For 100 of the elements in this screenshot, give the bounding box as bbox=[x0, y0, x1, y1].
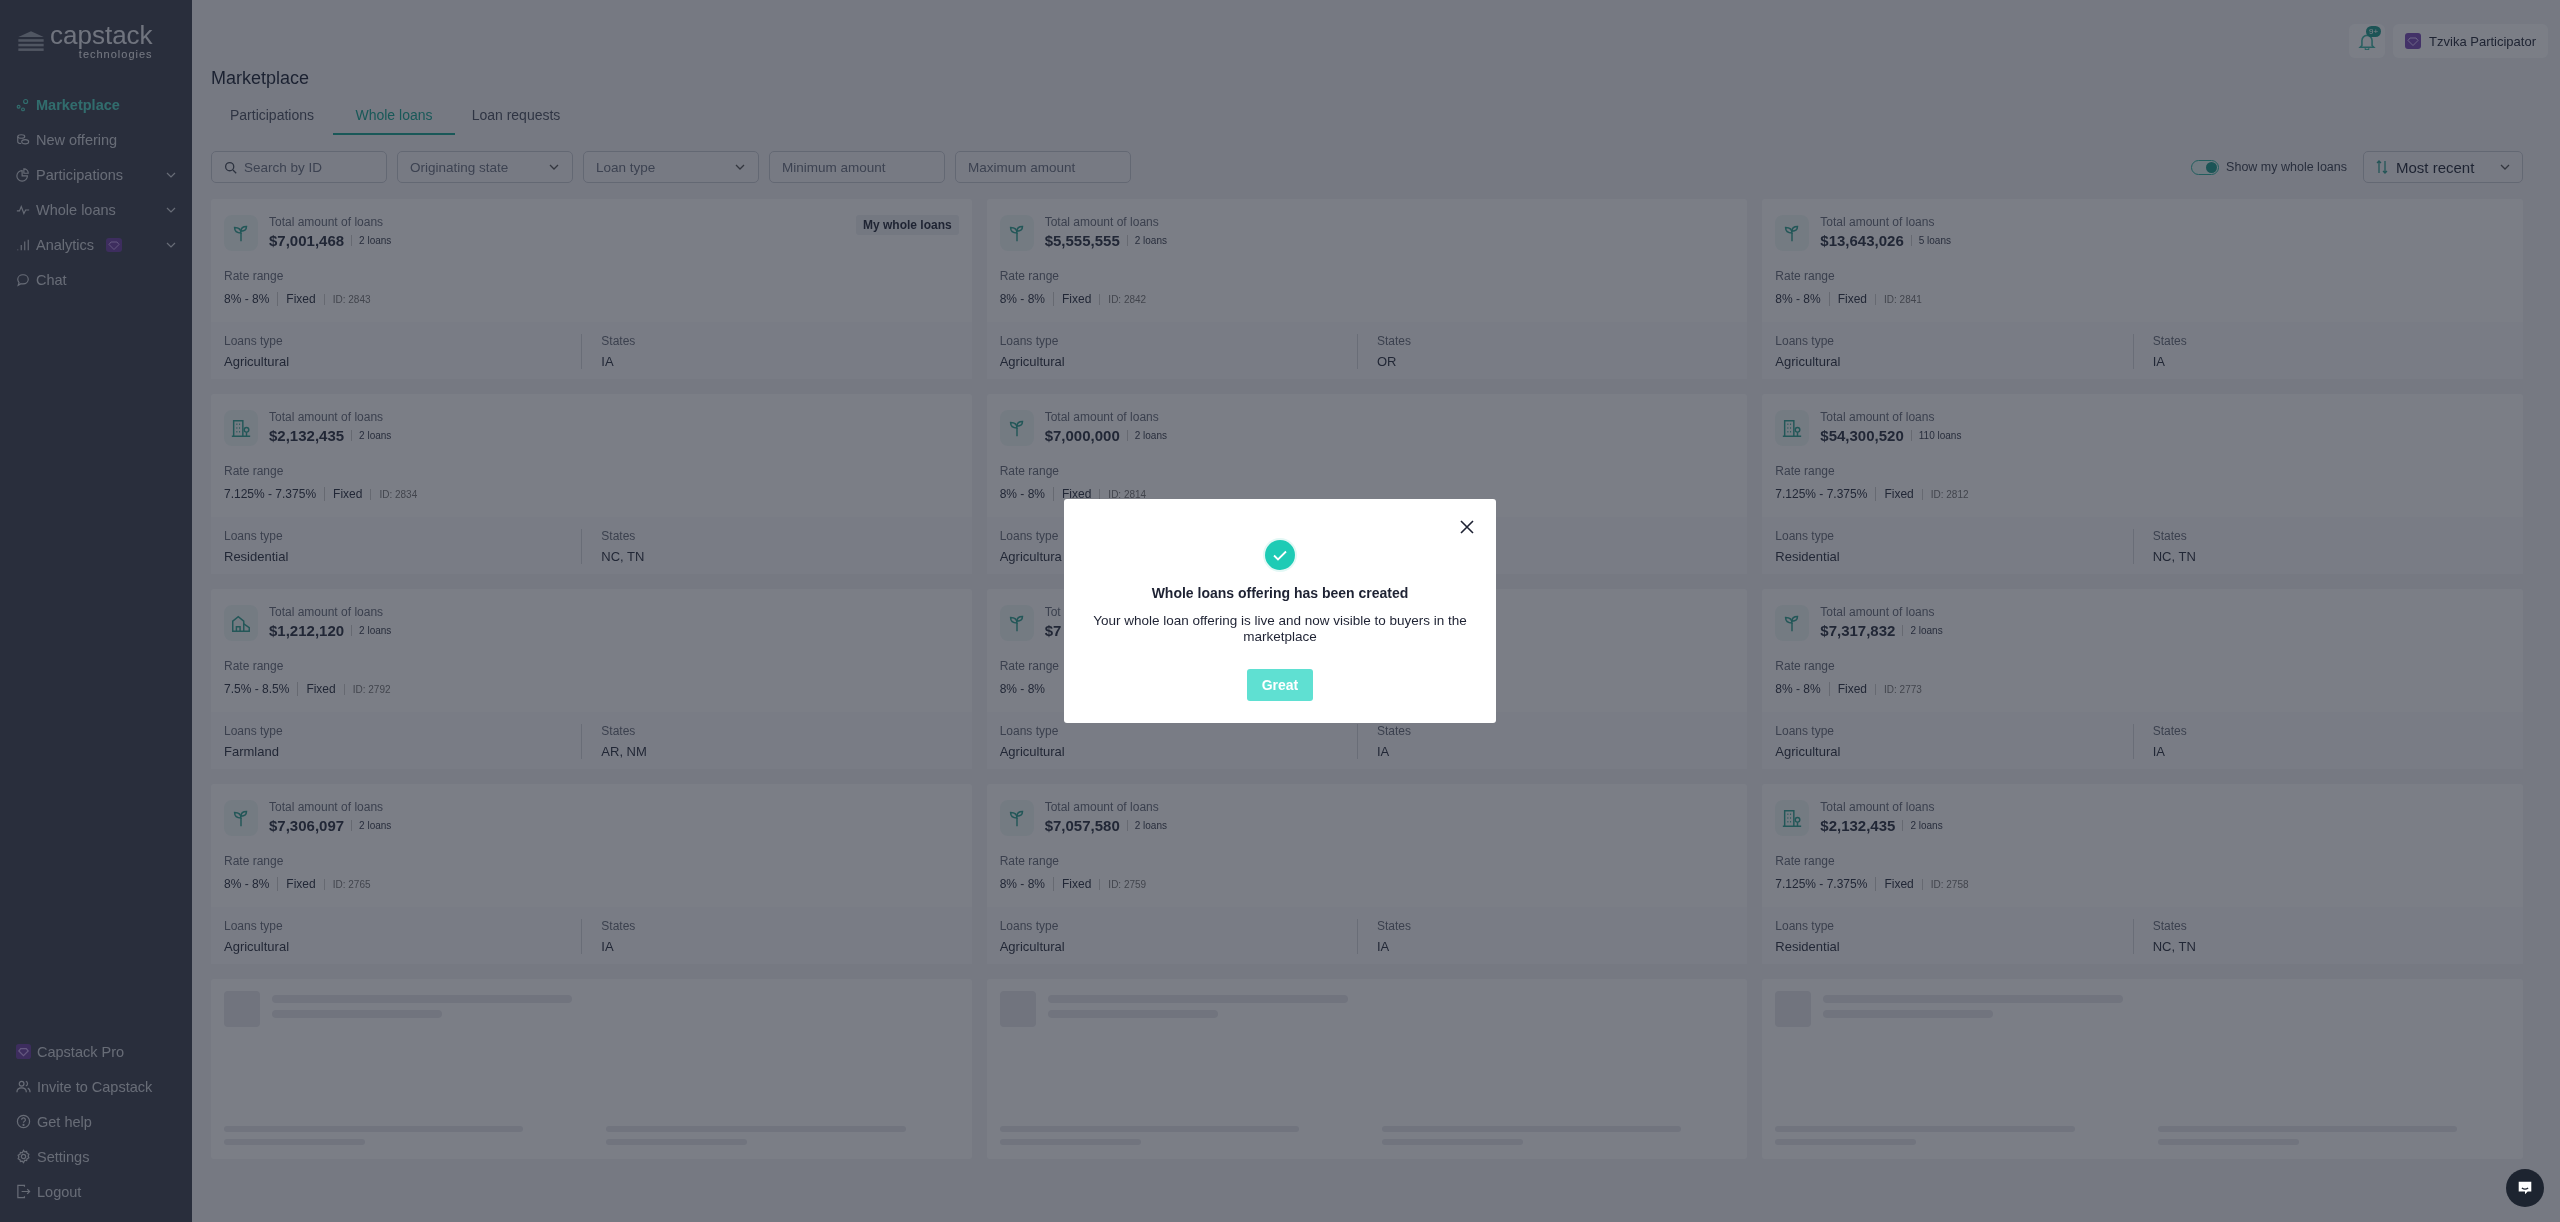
notification-count: 9+ bbox=[2365, 26, 2382, 37]
loan-type-label: Loans type bbox=[1775, 919, 1836, 933]
rate-range: 8% - 8% bbox=[999, 877, 1045, 891]
amount-label: Total amount of loans bbox=[269, 605, 385, 619]
rate-range: 7.125% - 7.375% bbox=[1775, 877, 1868, 891]
rate-label: Rate range bbox=[1775, 659, 1836, 673]
rate-type: Fixed bbox=[1828, 682, 1868, 696]
loan-type-label: Loans type bbox=[224, 334, 284, 348]
total-amount: $1,212,120 bbox=[269, 622, 345, 639]
rate-range: 8% - 8% bbox=[1775, 682, 1821, 696]
loan-count: 2 loans bbox=[1126, 820, 1167, 831]
loan-type: Agricultural bbox=[999, 744, 1066, 759]
loan-type-label: Loans type bbox=[999, 334, 1060, 348]
dialog-message: Your whole loan offering is live and now visible to buyers in the marketplace bbox=[1092, 613, 1468, 645]
total-amount: $7,000,000 bbox=[1044, 427, 1120, 444]
amount-label: Total amount of loans bbox=[269, 215, 385, 229]
amount-label: Tot bbox=[1044, 605, 1062, 619]
rate-label: Rate range bbox=[224, 464, 285, 478]
loan-type: Residential bbox=[1775, 549, 1841, 564]
loan-count: 110 loans bbox=[1910, 430, 1962, 441]
rate-range: 8% - 8% bbox=[999, 292, 1045, 306]
total-amount: $7,057,580 bbox=[1044, 817, 1120, 834]
total-amount: $7,317,832 bbox=[1820, 622, 1896, 639]
loan-type-label: Loans type bbox=[999, 919, 1060, 933]
rate-type: Fixed bbox=[297, 682, 336, 696]
amount-label: Total amount of loans bbox=[1044, 410, 1160, 424]
states-label: States bbox=[2152, 529, 2188, 543]
loan-type-label: Loans type bbox=[224, 919, 284, 933]
loan-type: Agricultural bbox=[999, 354, 1066, 369]
states: IA bbox=[2152, 354, 2166, 369]
loan-type: Agricultural bbox=[1775, 744, 1842, 759]
rate-label: Rate range bbox=[224, 659, 285, 673]
states-label: States bbox=[1377, 919, 1413, 933]
total-amount: $13,643,026 bbox=[1820, 232, 1904, 249]
states-label: States bbox=[601, 724, 637, 738]
rate-range: 7.5% - 8.5% bbox=[224, 682, 290, 696]
rate-range: 8% - 8% bbox=[999, 487, 1045, 501]
total-amount: $2,132,435 bbox=[1820, 817, 1896, 834]
states: NC, TN bbox=[601, 549, 646, 564]
states-label: States bbox=[2152, 724, 2188, 738]
rate-type: Fixed bbox=[1875, 487, 1914, 501]
total-amount: $5,555,555 bbox=[1044, 232, 1120, 249]
page-title: Marketplace bbox=[211, 68, 311, 89]
amount-label: Total amount of loans bbox=[1820, 605, 1936, 619]
amount-label: Total amount of loans bbox=[1820, 410, 1936, 424]
loan-type: Agricultural bbox=[224, 939, 291, 954]
rate-type: Fixed bbox=[277, 877, 316, 891]
amount-label: Total amount of loans bbox=[1820, 800, 1936, 814]
rate-label: Rate range bbox=[999, 464, 1061, 478]
loan-count: 2 loans bbox=[351, 235, 392, 246]
loan-type: Residential bbox=[1775, 939, 1841, 954]
rate-label: Rate range bbox=[1775, 854, 1836, 868]
states-label: States bbox=[2152, 919, 2188, 933]
states-label: States bbox=[2152, 334, 2188, 348]
states: AR, NM bbox=[601, 744, 648, 759]
amount-label: Total amount of loans bbox=[269, 410, 385, 424]
loan-type: Agricultural bbox=[224, 354, 291, 369]
states-label: States bbox=[601, 529, 637, 543]
rate-range: 8% - 8% bbox=[1775, 292, 1821, 306]
rate-label: Rate range bbox=[999, 659, 1061, 673]
amount-label: Total amount of loans bbox=[1044, 215, 1160, 229]
loan-count: 5 loans bbox=[1910, 235, 1951, 246]
states-label: States bbox=[601, 919, 637, 933]
total-amount: $54,300,520 bbox=[1820, 427, 1904, 444]
rate-type: Fixed bbox=[324, 487, 363, 501]
states: IA bbox=[1377, 744, 1391, 759]
logo-tagline: technologies bbox=[78, 49, 153, 60]
total-amount: $7,306,097 bbox=[269, 817, 345, 834]
states-label: States bbox=[1377, 334, 1413, 348]
toggle-label: Show my whole loans bbox=[2226, 160, 2347, 174]
loan-type-label: Loans type bbox=[224, 529, 284, 543]
total-amount: $7 bbox=[1044, 622, 1062, 639]
loan-count: 2 loans bbox=[351, 430, 392, 441]
rate-range: 8% - 8% bbox=[999, 682, 1045, 696]
rate-label: Rate range bbox=[224, 854, 285, 868]
loan-type: Farmland bbox=[224, 744, 280, 759]
states: NC, TN bbox=[2152, 549, 2197, 564]
rate-type: Fixed bbox=[1828, 292, 1868, 306]
loan-type-label: Loans type bbox=[999, 529, 1060, 543]
states: NC, TN bbox=[2152, 939, 2197, 954]
loan-type: Residential bbox=[224, 549, 290, 564]
amount-label: Total amount of loans bbox=[269, 800, 385, 814]
loan-type-label: Loans type bbox=[1775, 529, 1836, 543]
loan-type: Agricultural bbox=[999, 939, 1066, 954]
states-label: States bbox=[1377, 724, 1413, 738]
states: IA bbox=[601, 354, 615, 369]
rate-type: Fixed bbox=[277, 292, 316, 306]
loan-count: 2 loans bbox=[351, 625, 392, 636]
loan-count: 2 loans bbox=[1126, 235, 1167, 246]
rate-range: 7.125% - 7.375% bbox=[224, 487, 317, 501]
rate-label: Rate range bbox=[224, 269, 285, 283]
rate-label: Rate range bbox=[1775, 269, 1836, 283]
loan-type-label: Loans type bbox=[224, 724, 284, 738]
rate-label: Rate range bbox=[1775, 464, 1836, 478]
rate-range: 8% - 8% bbox=[224, 292, 270, 306]
states-label: States bbox=[601, 334, 637, 348]
logo-name: capstack bbox=[50, 22, 153, 48]
loan-type-label: Loans type bbox=[1775, 334, 1836, 348]
states: OR bbox=[1377, 354, 1398, 369]
states: IA bbox=[2152, 744, 2166, 759]
